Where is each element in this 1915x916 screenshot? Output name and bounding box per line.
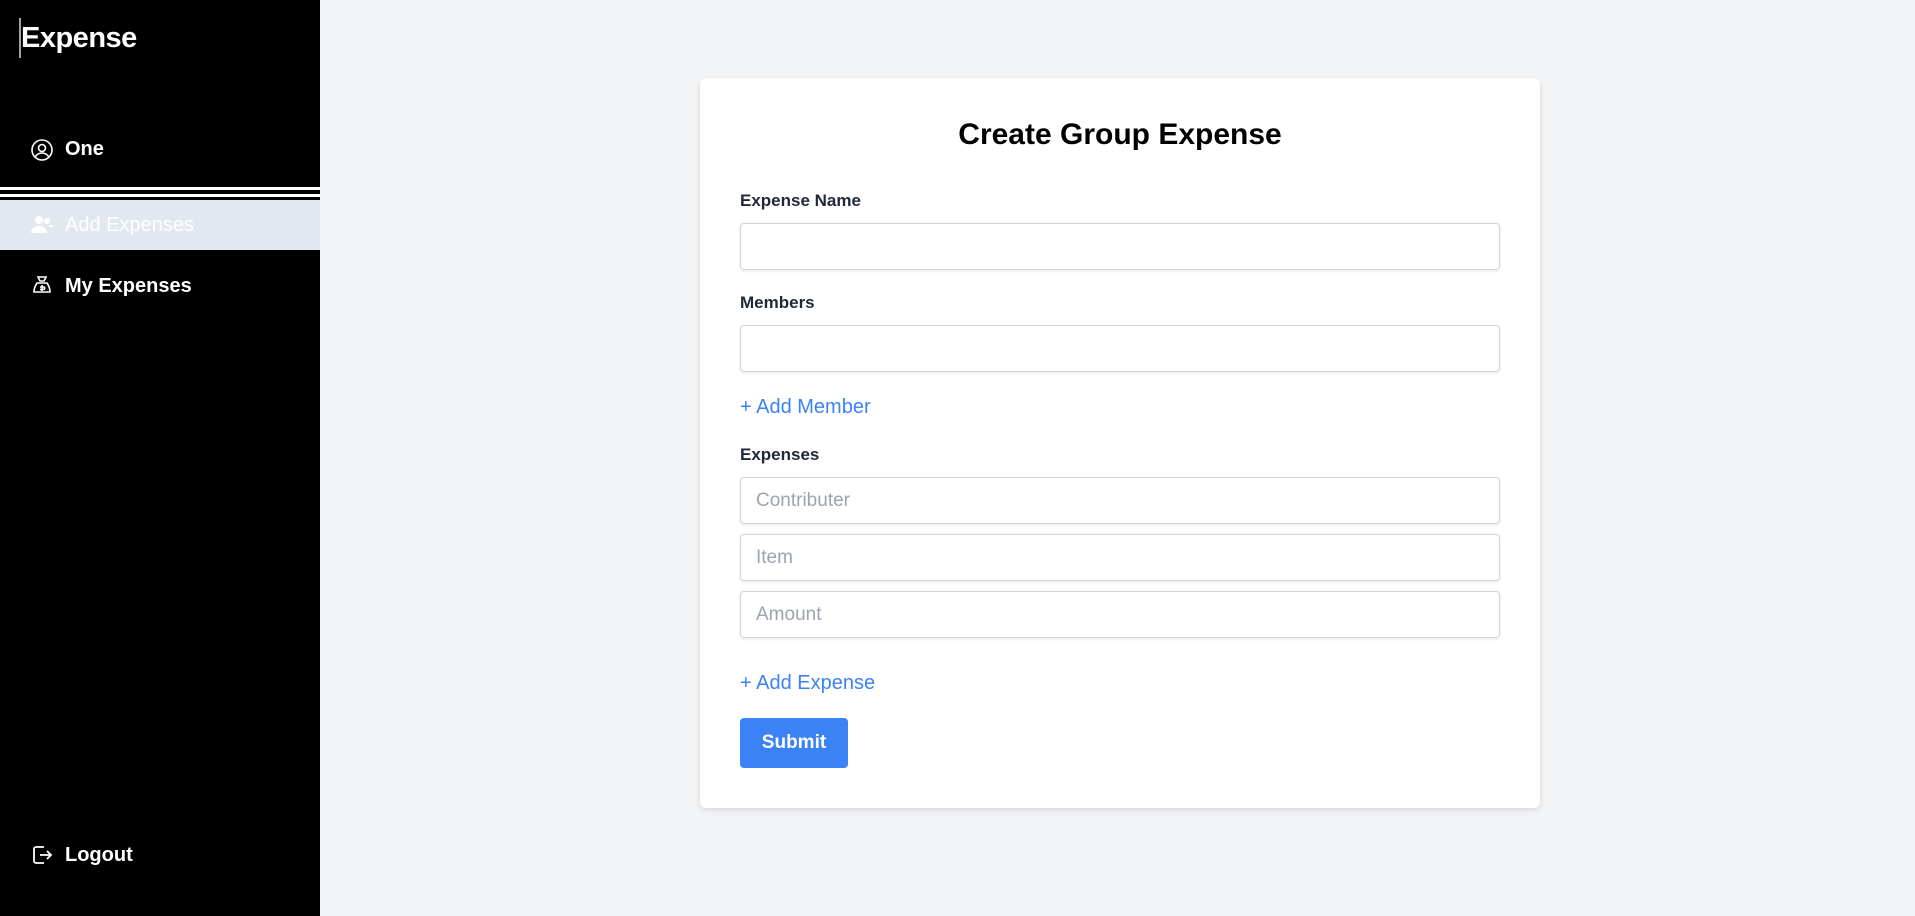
users-icon [30,213,54,237]
logout-button[interactable]: Logout [0,826,320,884]
expense-name-label: Expense Name [740,191,861,210]
sidebar-divider [0,194,320,197]
member-input[interactable] [740,325,1500,372]
sidebar-item-add-expenses[interactable]: Add Expenses [0,200,320,250]
user-circle-icon [30,138,54,162]
sidebar: Expense One Add Expenses My Expenses Log… [0,0,320,916]
sidebar-user-name: One [65,138,104,160]
submit-button[interactable]: Submit [740,718,848,768]
expenses-label: Expenses [740,445,820,464]
contributer-input[interactable] [740,477,1500,524]
page-title: Create Group Expense [958,118,1282,151]
sidebar-item-user[interactable]: One [0,120,320,179]
money-bag-icon [30,274,54,298]
sidebar-item-label: My Expenses [65,274,192,297]
app-title: Expense [19,18,137,58]
sidebar-item-my-expenses[interactable]: My Expenses [0,257,320,315]
item-input[interactable] [740,534,1500,581]
logout-icon [30,843,54,867]
create-expense-card: Create Group Expense Expense Name Member… [700,78,1540,808]
add-expense-link[interactable]: + Add Expense [740,672,875,695]
sidebar-item-label: Add Expenses [65,213,194,236]
members-label: Members [740,293,815,312]
logout-label: Logout [65,843,133,866]
amount-input[interactable] [740,591,1500,638]
sidebar-divider [0,187,320,190]
expense-name-input[interactable] [740,223,1500,270]
add-member-link[interactable]: + Add Member [740,396,871,419]
